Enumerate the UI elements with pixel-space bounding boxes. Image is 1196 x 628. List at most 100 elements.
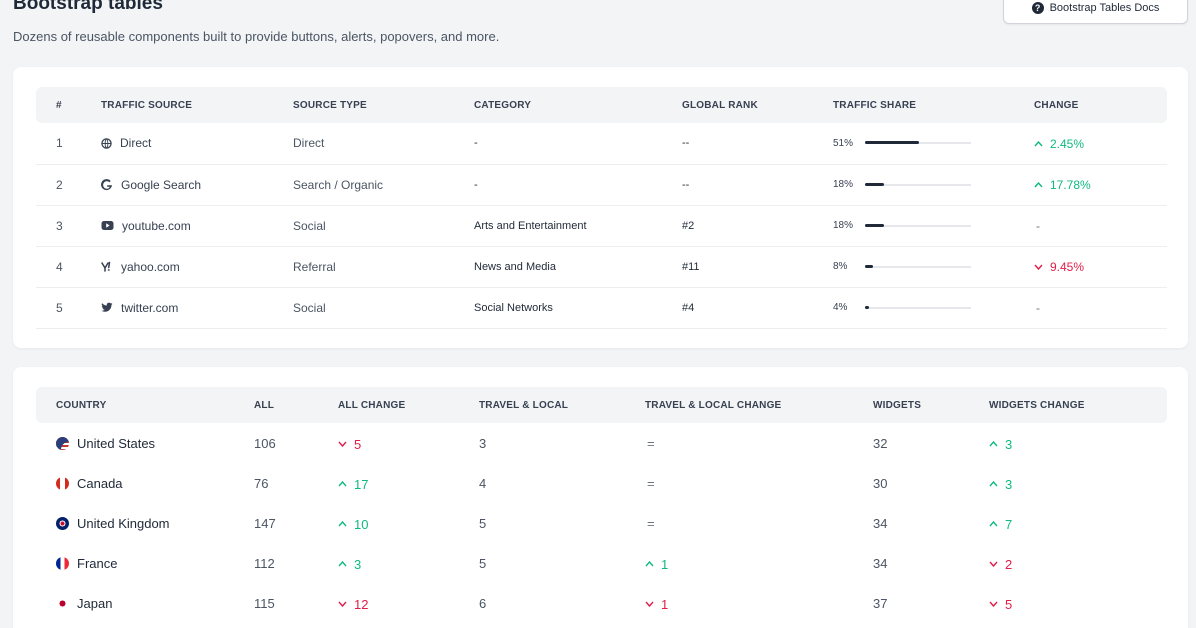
twitter-icon <box>101 302 113 313</box>
arrow-up-icon <box>1034 180 1043 191</box>
global-rank: -- <box>682 164 833 206</box>
category: - <box>474 164 682 206</box>
traffic-source-label: yahoo.com <box>121 259 180 274</box>
globe-icon <box>101 138 112 149</box>
country-name: Canada <box>77 475 123 491</box>
all-value: 106 <box>254 435 276 451</box>
arrow-down-icon <box>989 559 998 570</box>
arrow-down-icon <box>645 599 654 610</box>
traffic-source-label: Google Search <box>121 177 202 192</box>
global-rank: #2 <box>682 205 833 247</box>
ca-flag-icon <box>56 476 69 490</box>
question-icon: ? <box>1031 2 1044 14</box>
arrow-down-icon <box>338 599 347 610</box>
category: Social Networks <box>474 287 682 329</box>
traffic-share-bar <box>865 141 971 145</box>
all-value: 112 <box>254 555 275 571</box>
widgets-value: 37 <box>873 595 888 611</box>
arrow-up-icon <box>989 479 998 490</box>
country-name: Japan <box>77 595 113 611</box>
traffic-source-label: Direct <box>120 136 152 151</box>
change-indicator: 3 <box>989 437 1012 452</box>
table-row: 2 Google Search Search / Organic - -- 18% 17.7… <box>36 164 1167 206</box>
col-traffic-source: Traffic Source <box>101 87 293 123</box>
docs-button-label: Bootstrap Tables Docs <box>1049 2 1160 14</box>
row-number: 1 <box>36 123 101 165</box>
table-header-row: Country All All Change Travel & Local Tr… <box>36 387 1167 423</box>
traffic-source: youtube.com <box>101 219 293 233</box>
travel-value: 5 <box>479 515 487 531</box>
col-global-rank: Global Rank <box>682 87 833 123</box>
change-value: 3 <box>1005 436 1013 452</box>
traffic-share-value: 18% <box>833 220 854 231</box>
yahoo-icon <box>101 261 113 273</box>
traffic-share-bar <box>865 182 971 186</box>
country: Japan <box>56 596 254 611</box>
country-name: United States <box>77 435 156 451</box>
all-value: 115 <box>254 595 275 611</box>
col-source-type: Source Type <box>293 87 474 123</box>
widgets-value: 34 <box>873 515 888 531</box>
traffic-share-value: 8% <box>833 261 848 272</box>
table-row: 3 youtube.com Social Arts and Entertainment… <box>36 205 1167 247</box>
change-value: 3 <box>1005 476 1013 492</box>
table-row: 4 yahoo.com Referral News and Media #11 8% 9.4… <box>36 246 1167 288</box>
col-number: # <box>36 87 101 123</box>
travel-value: 3 <box>479 435 487 451</box>
docs-button[interactable]: ? Bootstrap Tables Docs <box>1003 0 1188 24</box>
change-value: - <box>1036 218 1040 233</box>
arrow-down-icon <box>338 439 347 450</box>
arrow-down-icon <box>989 599 998 610</box>
change-value: 1 <box>661 596 669 612</box>
page-subtitle: Dozens of reusable components built to p… <box>13 29 500 44</box>
category: - <box>474 123 682 165</box>
arrow-up-icon <box>989 439 998 450</box>
country-name: France <box>77 555 118 571</box>
table-row: Canada 76 17 4 = 30 3 <box>36 463 1167 503</box>
change-indicator: 1 <box>645 597 668 612</box>
source-type: Referral <box>293 246 474 288</box>
youtube-icon <box>101 220 114 231</box>
global-rank: -- <box>682 123 833 165</box>
uk-flag-icon <box>56 516 69 530</box>
col-all-change: All Change <box>338 387 479 423</box>
travel-value: 4 <box>479 475 487 491</box>
change-value: 3 <box>354 556 362 572</box>
traffic-share-fill <box>865 141 920 145</box>
change-value: 5 <box>1005 596 1013 612</box>
traffic-share: 8% <box>833 261 1034 272</box>
source-type: Social <box>293 287 474 329</box>
fr-flag-icon <box>56 556 69 570</box>
traffic-share-bar <box>865 223 971 227</box>
travel-value: 6 <box>479 595 487 611</box>
change-indicator: 2.45% <box>1034 137 1084 151</box>
traffic-source: Google Search <box>101 178 293 192</box>
col-change: Change <box>1034 87 1167 123</box>
traffic-share-bar <box>865 264 971 268</box>
table-header-row: # Traffic Source Source Type Category Gl… <box>36 87 1167 123</box>
jp-flag-icon <box>56 596 69 610</box>
traffic-source: yahoo.com <box>101 260 293 274</box>
table-row: Japan 115 12 6 1 37 5 <box>36 583 1167 623</box>
widgets-value: 34 <box>873 555 888 571</box>
col-travel-local-change: Travel & Local Change <box>645 387 873 423</box>
table-row: United Kingdom 147 10 5 = 34 7 <box>36 503 1167 543</box>
google-icon <box>101 178 113 191</box>
col-widgets-change: Widgets Change <box>989 387 1167 423</box>
table-row: 5 twitter.com Social Social Networks #4 4% - <box>36 287 1167 329</box>
traffic-source: twitter.com <box>101 301 293 315</box>
change-indicator: 2 <box>989 557 1012 572</box>
traffic-source-label: youtube.com <box>122 218 191 233</box>
category: News and Media <box>474 246 682 288</box>
page-title: Bootstrap tables <box>13 0 163 14</box>
widgets-value: 30 <box>873 475 888 491</box>
source-type: Social <box>293 205 474 247</box>
arrow-up-icon <box>989 519 998 530</box>
country: France <box>56 556 254 571</box>
category: Arts and Entertainment <box>474 205 682 247</box>
country: Canada <box>56 476 254 491</box>
change-value: 12 <box>354 596 369 612</box>
country: United States <box>56 436 254 451</box>
change-value: 1 <box>661 556 669 572</box>
traffic-share-fill <box>865 223 885 227</box>
